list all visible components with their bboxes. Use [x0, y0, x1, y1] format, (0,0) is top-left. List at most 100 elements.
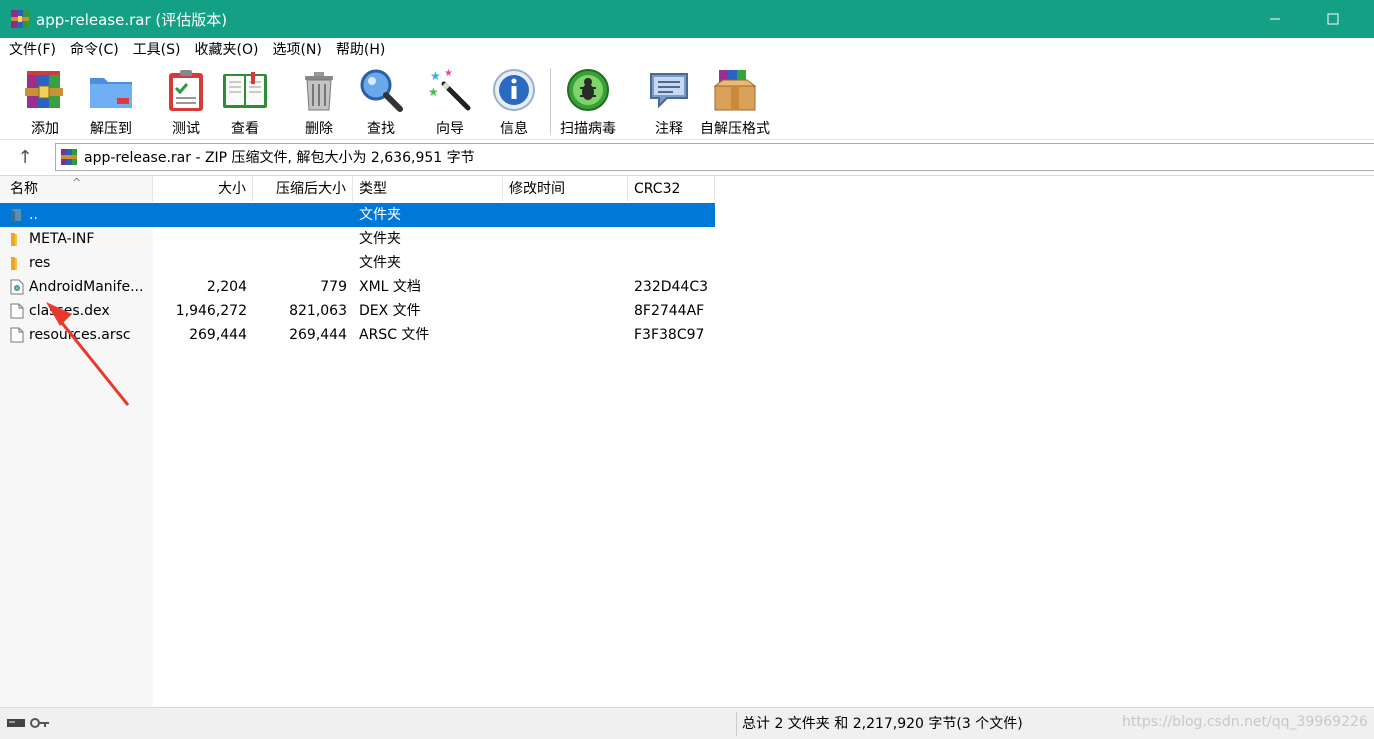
info-button[interactable]: 信息: [490, 66, 538, 138]
file-modified: [509, 323, 624, 347]
find-button[interactable]: 查找: [357, 66, 405, 138]
file-packed-size: 779: [320, 279, 347, 295]
archive-path-box[interactable]: app-release.rar - ZIP 压缩文件, 解包大小为 2,636,…: [55, 143, 1374, 171]
column-header-type[interactable]: 类型: [353, 176, 503, 202]
test-button[interactable]: 测试: [162, 66, 210, 138]
file-size: [153, 203, 247, 227]
magic-wand-icon: ★ ★ ★: [426, 66, 474, 114]
wizard-label: 向导: [436, 121, 464, 137]
extract-to-label: 解压到: [90, 121, 132, 137]
delete-label: 删除: [305, 121, 333, 137]
clipboard-check-icon: [162, 66, 210, 114]
comment-label: 注释: [655, 121, 683, 137]
file-crc: [634, 203, 714, 227]
column-header-packed[interactable]: 压缩后大小: [253, 176, 353, 202]
status-bar: 总计 2 文件夹 和 2,217,920 字节(3 个文件) https://b…: [0, 707, 1374, 739]
status-icons: [6, 716, 50, 730]
scan-virus-button[interactable]: 扫描病毒: [560, 66, 616, 138]
window-title: app-release.rar (评估版本): [36, 10, 228, 29]
view-label: 查看: [231, 121, 259, 137]
add-archive-icon: [21, 66, 69, 114]
status-separator: [736, 712, 737, 736]
minimize-button[interactable]: [1252, 0, 1298, 38]
comment-button[interactable]: 注释: [645, 66, 693, 138]
bug-scan-icon: [564, 66, 612, 114]
view-button[interactable]: 查看: [221, 66, 269, 138]
menu-file[interactable]: 文件(F): [2, 38, 63, 62]
maximize-icon: [1327, 13, 1339, 25]
menu-favorites[interactable]: 收藏夹(O): [188, 38, 266, 62]
svg-text:★: ★: [430, 69, 441, 83]
sfx-button[interactable]: 自解压格式: [700, 66, 770, 138]
file-size: [153, 227, 247, 251]
watermark-text: https://blog.csdn.net/qq_39969226: [1122, 714, 1368, 730]
table-row[interactable]: .. 文件夹: [0, 203, 715, 227]
toolbar-separator: [550, 68, 551, 134]
file-type: 文件夹: [359, 231, 401, 247]
file-list: ^ 名称 大小 压缩后大小 类型 修改时间 CRC32 .. 文件夹 META-…: [0, 175, 1374, 708]
table-row[interactable]: classes.dex 1,946,272 821,063 DEX 文件 8F2…: [0, 299, 715, 323]
maximize-button[interactable]: [1310, 0, 1356, 38]
file-type: ARSC 文件: [359, 327, 430, 343]
menu-commands[interactable]: 命令(C): [63, 38, 126, 62]
menu-bar: 文件(F) 命令(C) 工具(S) 收藏夹(O) 选项(N) 帮助(H): [0, 38, 1374, 62]
file-modified: [509, 275, 624, 299]
file-modified: [509, 251, 624, 275]
file-type: 文件夹: [359, 207, 401, 223]
table-row[interactable]: resources.arsc 269,444 269,444 ARSC 文件 F…: [0, 323, 715, 347]
menu-help[interactable]: 帮助(H): [329, 38, 392, 62]
rar-archive-icon: [60, 148, 78, 166]
info-label: 信息: [500, 121, 528, 137]
table-row[interactable]: META-INF 文件夹: [0, 227, 715, 251]
title-bar: app-release.rar (评估版本): [0, 0, 1374, 38]
table-row[interactable]: AndroidManife... 2,204 779 XML 文档 232D44…: [0, 275, 715, 299]
xml-file-icon: [10, 279, 24, 295]
menu-options[interactable]: 选项(N): [265, 38, 328, 62]
file-name: resources.arsc: [29, 327, 131, 343]
magnifier-icon: [357, 66, 405, 114]
column-header-name[interactable]: ^ 名称: [0, 176, 153, 202]
extract-to-button[interactable]: 解压到: [87, 66, 135, 138]
add-label: 添加: [31, 121, 59, 137]
folder-icon: [10, 231, 24, 247]
svg-text:★: ★: [444, 68, 453, 79]
column-header-size[interactable]: 大小: [153, 176, 253, 202]
file-name: AndroidManife...: [29, 279, 144, 295]
file-crc: [634, 227, 714, 251]
file-crc: F3F38C97: [634, 327, 705, 343]
delete-button[interactable]: 删除: [295, 66, 343, 138]
find-label: 查找: [367, 121, 395, 137]
file-icon: [10, 327, 24, 343]
sfx-box-icon: [711, 66, 759, 114]
add-button[interactable]: 添加: [21, 66, 69, 138]
key-icon[interactable]: [30, 716, 50, 730]
file-list-header: ^ 名称 大小 压缩后大小 类型 修改时间 CRC32: [0, 176, 715, 202]
file-size: 1,946,272: [175, 303, 247, 319]
column-header-modified[interactable]: 修改时间: [503, 176, 628, 202]
file-name: res: [29, 255, 51, 271]
up-one-level-button[interactable]: ↑: [10, 144, 40, 170]
file-packed-size: 821,063: [289, 303, 347, 319]
folder-icon: [10, 255, 24, 271]
file-type: 文件夹: [359, 255, 401, 271]
wizard-button[interactable]: ★ ★ ★ 向导: [426, 66, 474, 138]
scan-virus-label: 扫描病毒: [560, 121, 616, 137]
file-modified: [509, 299, 624, 323]
column-header-crc[interactable]: CRC32: [628, 176, 715, 202]
status-summary: 总计 2 文件夹 和 2,217,920 字节(3 个文件): [742, 716, 1023, 732]
test-label: 测试: [172, 121, 200, 137]
minimize-icon: [1270, 18, 1280, 20]
parent-folder-icon: [10, 207, 24, 223]
file-size: 2,204: [206, 279, 247, 295]
address-bar: ↑ app-release.rar - ZIP 压缩文件, 解包大小为 2,63…: [0, 141, 1374, 173]
drive-icon: [7, 719, 25, 727]
file-packed-size: [253, 251, 347, 275]
folder-extract-icon: [87, 66, 135, 114]
file-name: classes.dex: [29, 303, 110, 319]
menu-tools[interactable]: 工具(S): [126, 38, 188, 62]
table-row[interactable]: res 文件夹: [0, 251, 715, 275]
file-packed-size: [253, 227, 347, 251]
file-modified: [509, 227, 624, 251]
winrar-app-icon[interactable]: [10, 9, 30, 29]
column-header-name-label: 名称: [10, 181, 38, 197]
